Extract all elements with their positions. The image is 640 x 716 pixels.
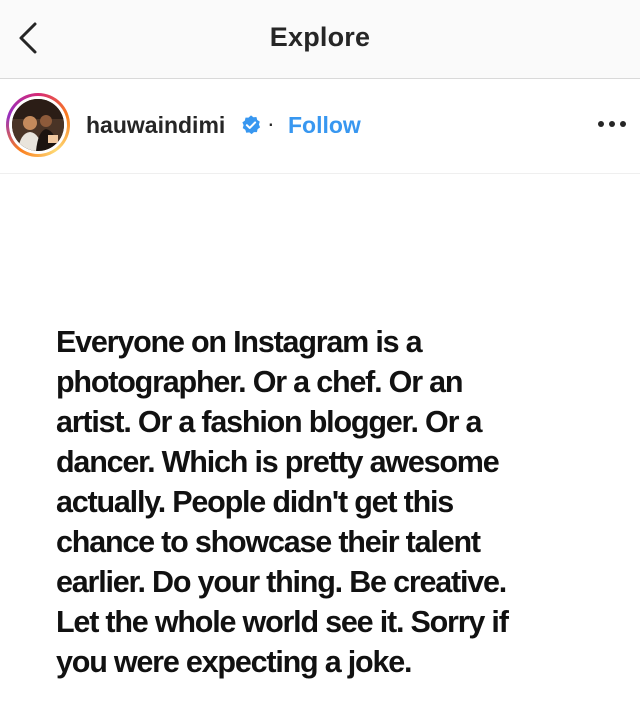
avatar-story-ring[interactable] (6, 93, 70, 157)
post-text-line: photographer. Or a chef. Or an (56, 365, 464, 399)
verified-badge-icon (242, 115, 261, 135)
instagram-explore-screen: Explore hauwaindimi · Follow Everyone on… (0, 0, 640, 716)
post-header: hauwaindimi · Follow (0, 79, 640, 174)
post-text-line: Let the whole world see it. Sorry if (56, 605, 509, 639)
post-text-line: dancer. Which is pretty awesome (56, 445, 500, 479)
top-nav-bar: Explore (0, 0, 640, 79)
username[interactable]: hauwaindimi (86, 112, 225, 139)
post-image-text: Everyone on Instagram is a photographer.… (56, 322, 596, 682)
post-text-line: actually. People didn't get this (56, 485, 454, 519)
post-text-line: artist. Or a fashion blogger. Or a (56, 405, 482, 439)
post-text-line: chance to showcase their talent (56, 525, 481, 559)
more-options-button[interactable] (594, 109, 630, 139)
post-text-line: you were expecting a joke. (56, 645, 412, 679)
post-text-line: Everyone on Instagram is a (56, 325, 423, 359)
avatar-inner-border (9, 96, 67, 154)
avatar-photo (12, 99, 64, 151)
post-text-line: earlier. Do your thing. Be creative. (56, 565, 507, 599)
avatar (12, 99, 64, 151)
separator-dot: · (267, 110, 275, 136)
follow-button[interactable]: Follow (288, 112, 361, 139)
post-image[interactable]: Everyone on Instagram is a photographer.… (0, 174, 640, 716)
page-title: Explore (269, 22, 371, 52)
more-horizontal-icon (598, 121, 626, 127)
